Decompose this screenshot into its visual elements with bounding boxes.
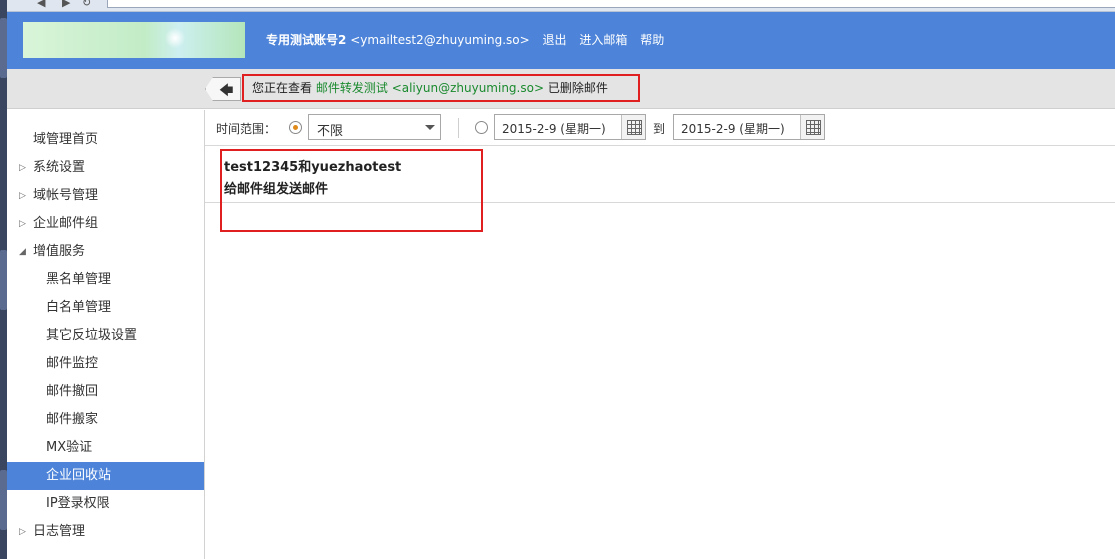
sidebar-item-label: 黑名单管理 [46,272,112,287]
sidebar-item-mail-migration[interactable]: 邮件搬家 [7,406,204,434]
back-button[interactable]: 🡄 [205,77,241,101]
sidebar-item-label: 邮件撤回 [46,384,99,399]
account-name: 专用测试账号2 [266,33,347,47]
group-email: <aliyun@zhuyuming.so> [391,81,545,95]
sidebar-item-mail-groups[interactable]: ▷ 企业邮件组 [7,210,204,238]
app-header: 专用测试账号2 <ymailtest2@zhuyuming.so> 退出 进入邮… [7,12,1115,69]
date-to-input[interactable]: 2015-2-9 (星期一) [673,114,825,140]
custom-range-radio[interactable] [475,121,488,134]
sidebar-item-label: 企业回收站 [46,468,112,483]
sidebar-item-label: 增值服务 [33,244,86,259]
enter-mailbox-link[interactable]: 进入邮箱 [579,33,627,47]
account-email: <ymailtest2@zhuyuming.so> [350,33,530,47]
date-from-value: 2015-2-9 (星期一) [502,122,606,136]
time-range-label: 时间范围： [216,122,277,136]
triangle-down-icon: ◢ [19,247,26,257]
filter-divider [458,118,459,138]
annotation-highlight-box [220,149,483,232]
context-bar: 🡄 您正在查看 邮件转发测试 <aliyun@zhuyuming.so> 已删除… [7,69,1115,109]
browser-refresh-icon[interactable]: ↻ [82,0,91,9]
browser-forward-icon[interactable]: ▶ [62,0,70,9]
brand-logo [23,22,245,58]
user-info: 专用测试账号2 <ymailtest2@zhuyuming.so> 退出 进入邮… [266,31,664,48]
sidebar-item-label: MX验证 [46,440,93,455]
sidebar-item-mx-verify[interactable]: MX验证 [7,434,204,462]
help-link[interactable]: 帮助 [640,33,664,47]
sidebar-item-label: 域管理首页 [33,132,99,147]
sidebar-item-label: 其它反垃圾设置 [46,328,138,343]
sidebar-item-antispam[interactable]: 其它反垃圾设置 [7,322,204,350]
sidebar-item-log-management[interactable]: ▷ 日志管理 [7,518,204,546]
sidebar-item-blacklist[interactable]: 黑名单管理 [7,266,204,294]
notice-suffix: 已删除邮件 [547,81,608,95]
range-select[interactable]: 不限 [308,114,441,140]
arrow-left-icon: 🡄 [219,83,234,99]
sidebar-item-label: 域帐号管理 [33,188,99,203]
sidebar-item-recycle-bin[interactable]: 企业回收站 [7,462,204,490]
to-label: 到 [653,122,666,136]
sidebar-item-system-settings[interactable]: ▷ 系统设置 [7,154,204,182]
sidebar-item-label: 日志管理 [33,524,86,539]
browser-back-icon[interactable]: ◀ [37,0,45,9]
sidebar-item-mail-recall[interactable]: 邮件撤回 [7,378,204,406]
frame-tab [0,250,7,310]
sidebar-item-mail-monitor[interactable]: 邮件监控 [7,350,204,378]
triangle-right-icon: ▷ [19,219,26,229]
date-from-input[interactable]: 2015-2-9 (星期一) [494,114,646,140]
sidebar-item-label: 系统设置 [33,160,86,175]
logo-sparkle [163,26,187,50]
address-input[interactable] [107,0,1115,8]
triangle-right-icon: ▷ [19,527,26,537]
sidebar-item-label: 邮件监控 [46,356,99,371]
notice-prefix: 您正在查看 [252,81,313,95]
triangle-right-icon: ▷ [19,191,26,201]
window-frame-left [0,0,7,559]
time-filter-bar: 时间范围： 不限 2015-2-9 (星期一) 到 2015-2-9 (星期一) [205,110,1115,146]
range-preset-radio[interactable] [289,121,302,134]
sidebar-item-domain-accounts[interactable]: ▷ 域帐号管理 [7,182,204,210]
date-to-value: 2015-2-9 (星期一) [681,122,785,136]
logout-link[interactable]: 退出 [543,33,567,47]
sidebar-item-whitelist[interactable]: 白名单管理 [7,294,204,322]
sidebar-item-label: 企业邮件组 [33,216,99,231]
frame-tab [0,470,7,530]
sidebar-item-value-added[interactable]: ◢ 增值服务 [7,238,204,266]
frame-tab [0,18,7,78]
sidebar-item-label: IP登录权限 [46,496,110,511]
sidebar-nav: 域管理首页 ▷ 系统设置 ▷ 域帐号管理 ▷ 企业邮件组 ◢ 增值服务 黑名单管… [7,110,205,559]
browser-address-bar: ◀ ▶ ↻ [7,0,1115,12]
calendar-icon[interactable] [800,115,824,139]
triangle-right-icon: ▷ [19,163,26,173]
sidebar-item-label: 白名单管理 [46,300,112,315]
viewing-notice: 您正在查看 邮件转发测试 <aliyun@zhuyuming.so> 已删除邮件 [242,74,640,102]
sidebar-item-domain-home[interactable]: 域管理首页 [7,126,204,154]
sidebar-item-ip-login[interactable]: IP登录权限 [7,490,204,518]
range-select-value: 不限 [317,124,344,139]
sidebar-item-label: 邮件搬家 [46,412,99,427]
group-name: 邮件转发测试 [315,81,388,95]
chevron-down-icon [425,125,435,130]
calendar-icon[interactable] [621,115,645,139]
